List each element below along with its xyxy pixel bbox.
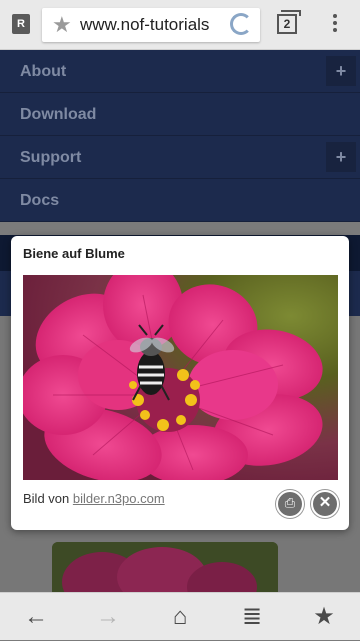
expand-icon[interactable]: + (326, 142, 356, 172)
site-nav: About + Download Support + Docs (0, 50, 360, 222)
overflow-menu-icon[interactable] (333, 14, 337, 35)
nav-item-about[interactable]: About + (0, 50, 360, 93)
home-icon[interactable]: ⌂ (144, 593, 216, 641)
expand-icon[interactable]: + (326, 56, 356, 86)
caption-prefix: Bild von (23, 491, 70, 506)
tab-count: 2 (283, 17, 291, 31)
close-icon[interactable]: ✕ (311, 490, 339, 518)
reload-icon[interactable] (230, 13, 252, 35)
back-arrow-icon[interactable]: ← (0, 593, 72, 641)
star-icon[interactable]: ★ (52, 13, 72, 37)
caption-link[interactable]: bilder.n3po.com (73, 491, 165, 506)
nav-item-docs[interactable]: Docs (0, 179, 360, 222)
forward-arrow-icon[interactable]: → (72, 593, 144, 641)
reader-mode-icon[interactable]: R (12, 14, 30, 34)
nav-item-label: Download (20, 106, 97, 123)
url-bar[interactable]: ★ www.nof-tutorials (42, 8, 260, 42)
bee-on-flower-photo (23, 275, 338, 480)
image-caption: Bild von bilder.n3po.com (23, 491, 165, 506)
nav-item-label: About (20, 63, 67, 80)
nav-item-label: Docs (20, 192, 60, 209)
tab-switcher-button[interactable]: 2 (277, 10, 301, 34)
browser-top-bar: R ★ www.nof-tutorials 2 (0, 0, 360, 50)
reading-list-icon[interactable]: ≣ (216, 593, 288, 641)
nav-item-download[interactable]: Download (0, 93, 360, 136)
print-icon[interactable]: ⎙ (276, 490, 304, 518)
lightbox-title: Biene auf Blume (23, 246, 125, 261)
nav-item-support[interactable]: Support + (0, 136, 360, 179)
url-text[interactable]: www.nof-tutorials (80, 15, 230, 35)
browser-bottom-bar: ← → ⌂ ≣ ★ (0, 592, 360, 640)
bookmarks-icon[interactable]: ★ (288, 593, 360, 641)
nav-item-label: Support (20, 149, 82, 166)
image-lightbox: Biene auf Blume Bild von bilder.n3po.com… (11, 236, 349, 530)
